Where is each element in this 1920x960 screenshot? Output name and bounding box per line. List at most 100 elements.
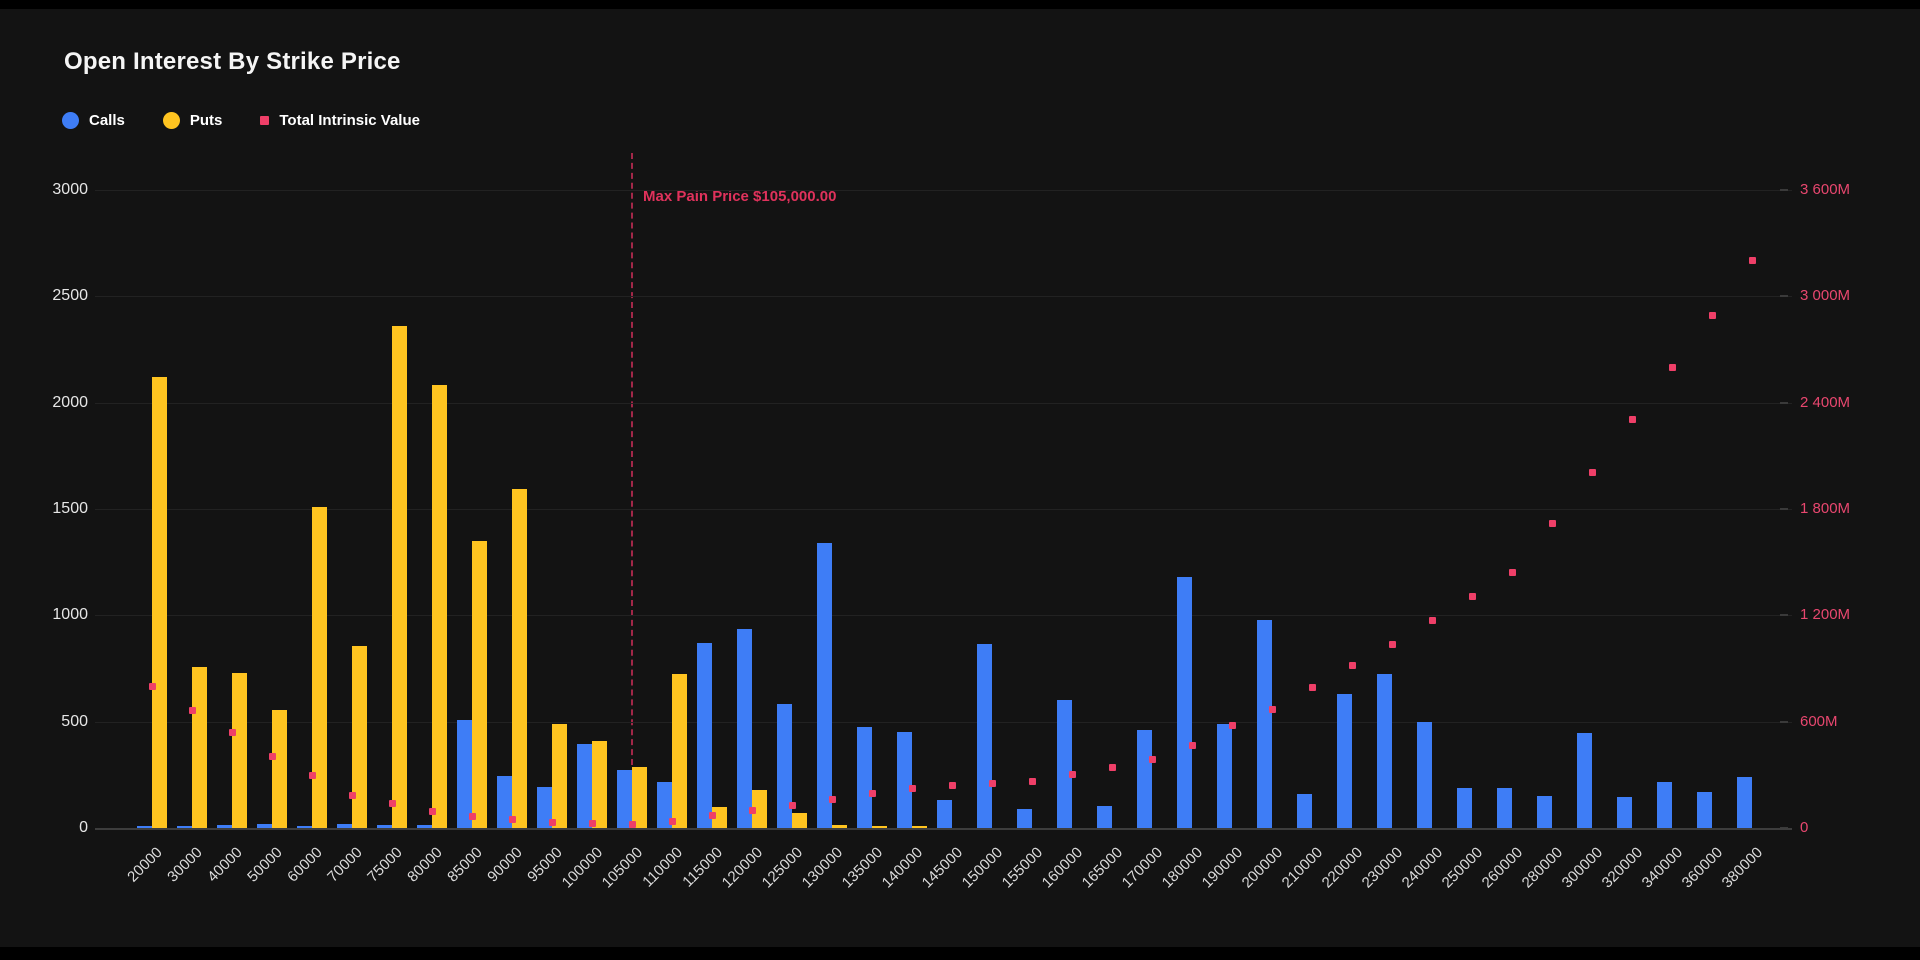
intrinsic-value-point[interactable] — [1429, 617, 1436, 624]
intrinsic-value-point[interactable] — [1029, 778, 1036, 785]
intrinsic-value-point[interactable] — [189, 707, 196, 714]
x-tick-label: 130000 — [799, 844, 846, 891]
puts-bar[interactable] — [312, 507, 327, 828]
puts-bar[interactable] — [232, 673, 247, 828]
puts-bar[interactable] — [152, 377, 167, 828]
puts-bar[interactable] — [192, 667, 207, 828]
intrinsic-value-point[interactable] — [549, 819, 556, 826]
calls-bar[interactable] — [1057, 700, 1072, 828]
calls-bar[interactable] — [1537, 796, 1552, 828]
x-tick-label: 60000 — [285, 844, 327, 886]
calls-bar[interactable] — [337, 824, 352, 828]
calls-bar[interactable] — [417, 825, 432, 828]
intrinsic-value-point[interactable] — [1549, 520, 1556, 527]
puts-bar[interactable] — [272, 710, 287, 828]
calls-bar[interactable] — [1217, 724, 1232, 828]
calls-bar[interactable] — [1577, 733, 1592, 828]
intrinsic-value-point[interactable] — [349, 792, 356, 799]
puts-bar[interactable] — [472, 541, 487, 828]
puts-bar[interactable] — [832, 825, 847, 828]
calls-bar[interactable] — [1177, 577, 1192, 828]
calls-bar[interactable] — [1657, 782, 1672, 828]
intrinsic-value-point[interactable] — [1589, 469, 1596, 476]
puts-bar[interactable] — [632, 767, 647, 828]
calls-bar[interactable] — [737, 629, 752, 828]
intrinsic-value-point[interactable] — [1269, 706, 1276, 713]
calls-bar[interactable] — [1497, 788, 1512, 828]
puts-bar[interactable] — [352, 646, 367, 828]
calls-bar[interactable] — [897, 732, 912, 828]
intrinsic-value-point[interactable] — [589, 820, 596, 827]
intrinsic-value-point[interactable] — [1509, 569, 1516, 576]
intrinsic-value-point[interactable] — [1709, 312, 1716, 319]
intrinsic-value-point[interactable] — [1349, 662, 1356, 669]
calls-bar[interactable] — [1417, 722, 1432, 828]
calls-bar[interactable] — [1457, 788, 1472, 828]
calls-bar[interactable] — [457, 720, 472, 828]
intrinsic-value-point[interactable] — [989, 780, 996, 787]
intrinsic-value-point[interactable] — [709, 812, 716, 819]
intrinsic-value-point[interactable] — [1069, 771, 1076, 778]
calls-bar[interactable] — [217, 825, 232, 828]
intrinsic-value-point[interactable] — [1629, 416, 1636, 423]
calls-bar[interactable] — [177, 826, 192, 828]
calls-bar[interactable] — [1737, 777, 1752, 828]
intrinsic-value-point[interactable] — [1749, 257, 1756, 264]
intrinsic-value-point[interactable] — [949, 782, 956, 789]
calls-bar[interactable] — [297, 826, 312, 828]
puts-bar[interactable] — [392, 326, 407, 828]
calls-bar[interactable] — [977, 644, 992, 828]
calls-bar[interactable] — [1697, 792, 1712, 828]
intrinsic-value-point[interactable] — [389, 800, 396, 807]
intrinsic-value-point[interactable] — [269, 753, 276, 760]
intrinsic-value-point[interactable] — [1309, 684, 1316, 691]
intrinsic-value-point[interactable] — [749, 807, 756, 814]
intrinsic-value-point[interactable] — [1189, 742, 1196, 749]
calls-bar[interactable] — [817, 543, 832, 828]
puts-bar[interactable] — [432, 385, 447, 828]
intrinsic-value-point[interactable] — [1469, 593, 1476, 600]
intrinsic-value-point[interactable] — [309, 772, 316, 779]
intrinsic-value-point[interactable] — [149, 683, 156, 690]
intrinsic-value-point[interactable] — [1669, 364, 1676, 371]
puts-bar[interactable] — [792, 813, 807, 828]
calls-bar[interactable] — [1017, 809, 1032, 828]
calls-bar[interactable] — [1257, 620, 1272, 828]
intrinsic-value-point[interactable] — [1149, 756, 1156, 763]
intrinsic-value-point[interactable] — [229, 729, 236, 736]
intrinsic-value-point[interactable] — [909, 785, 916, 792]
intrinsic-value-point[interactable] — [1229, 722, 1236, 729]
calls-bar[interactable] — [617, 770, 632, 828]
intrinsic-value-point[interactable] — [509, 816, 516, 823]
puts-bar[interactable] — [912, 826, 927, 828]
puts-bar[interactable] — [552, 724, 567, 828]
intrinsic-value-point[interactable] — [1109, 764, 1116, 771]
calls-bar[interactable] — [1137, 730, 1152, 828]
calls-bar[interactable] — [137, 826, 152, 828]
intrinsic-value-point[interactable] — [669, 818, 676, 825]
calls-bar[interactable] — [857, 727, 872, 828]
calls-bar[interactable] — [1297, 794, 1312, 828]
intrinsic-value-point[interactable] — [1389, 641, 1396, 648]
calls-bar[interactable] — [777, 704, 792, 828]
calls-bar[interactable] — [937, 800, 952, 828]
intrinsic-value-point[interactable] — [829, 796, 836, 803]
calls-bar[interactable] — [377, 825, 392, 828]
puts-bar[interactable] — [512, 489, 527, 828]
intrinsic-value-point[interactable] — [429, 808, 436, 815]
intrinsic-value-point[interactable] — [869, 790, 876, 797]
calls-bar[interactable] — [1097, 806, 1112, 828]
intrinsic-value-point[interactable] — [629, 821, 636, 828]
intrinsic-value-point[interactable] — [469, 813, 476, 820]
x-tick-label: 110000 — [639, 844, 686, 891]
calls-bar[interactable] — [1337, 694, 1352, 828]
calls-bar[interactable] — [257, 824, 272, 828]
calls-bar[interactable] — [697, 643, 712, 828]
calls-bar[interactable] — [1617, 797, 1632, 828]
calls-bar[interactable] — [1377, 674, 1392, 828]
puts-bar[interactable] — [672, 674, 687, 828]
puts-bar[interactable] — [872, 826, 887, 828]
intrinsic-value-point[interactable] — [789, 802, 796, 809]
puts-bar[interactable] — [592, 741, 607, 828]
calls-bar[interactable] — [577, 744, 592, 828]
